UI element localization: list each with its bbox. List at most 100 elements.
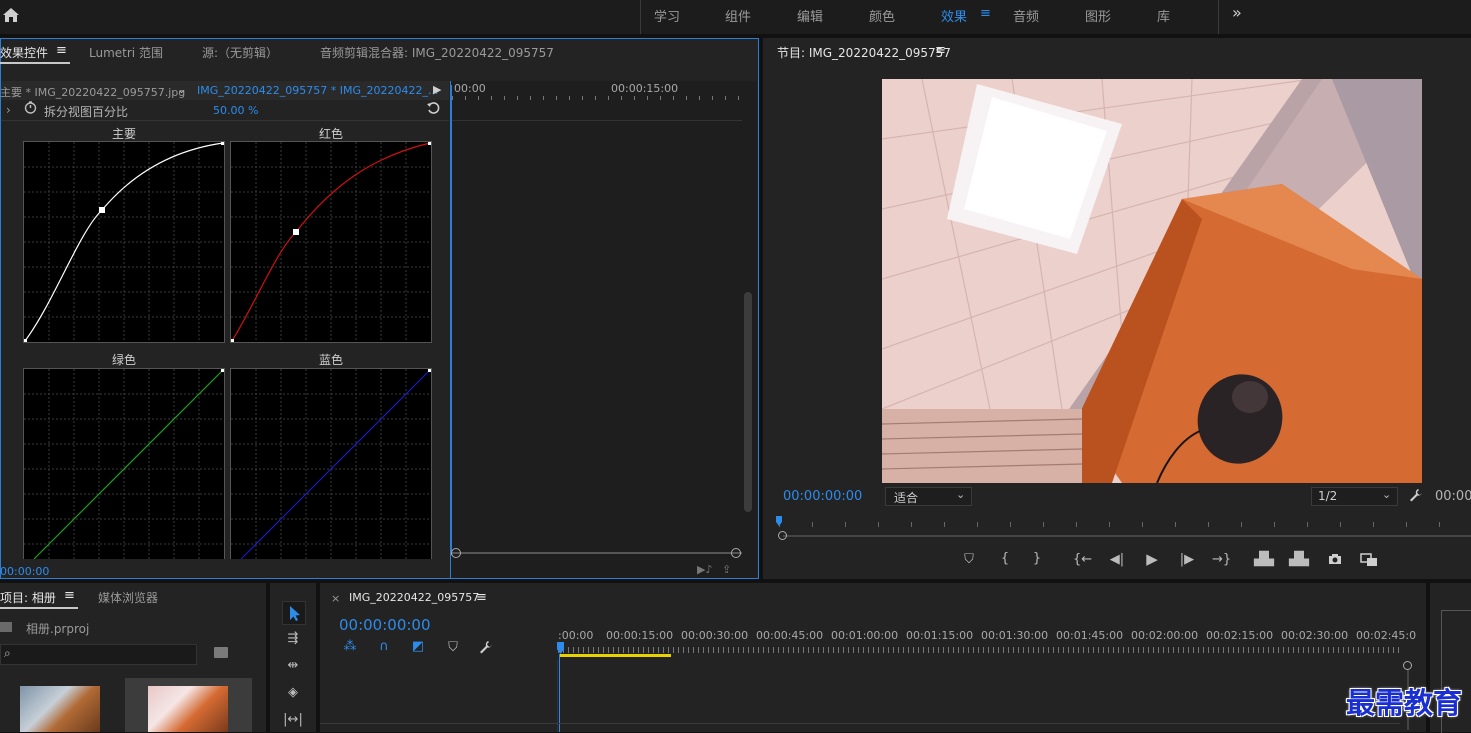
audio-only-icon[interactable]: ▶♪ (697, 563, 712, 576)
project-search-input[interactable]: ⌕ (0, 644, 197, 665)
mark-out-icon[interactable]: } (1030, 552, 1044, 566)
timeline-ruler-label: 00:02:30:00 (1281, 629, 1349, 642)
program-monitor-title[interactable]: 节目: IMG_20220422_095757 (777, 44, 951, 61)
master-clip-label[interactable]: 主要 * IMG_20220422_095757.jpg (0, 84, 185, 100)
project-thumbnail-original[interactable] (20, 686, 100, 732)
workspace-learn[interactable]: 学习 (654, 6, 680, 25)
search-icon: ⌕ (4, 646, 11, 660)
go-to-in-icon[interactable]: {← (1073, 553, 1092, 567)
extract-icon[interactable]: ▟▙ (1289, 553, 1309, 567)
wrench-icon[interactable] (1409, 488, 1423, 502)
workspace-menu-icon[interactable]: ≡ (980, 6, 991, 21)
ripple-edit-tool-icon[interactable]: ⇹ (283, 659, 303, 673)
chevron-down-icon[interactable]: ⌄ (177, 83, 186, 96)
home-icon[interactable] (2, 6, 20, 24)
workspace-libraries[interactable]: 库 (1157, 6, 1170, 25)
effect-ruler-divider (452, 120, 742, 121)
expand-chevron-icon[interactable]: › (6, 103, 11, 117)
master-curve-graph[interactable] (23, 141, 225, 343)
program-menu-icon[interactable]: ≡ (935, 43, 946, 58)
effect-vertical-scrollbar[interactable] (744, 292, 752, 512)
step-forward-icon[interactable]: |▶ (1179, 553, 1195, 567)
timeline-menu-icon[interactable]: ≡ (476, 590, 487, 605)
play-icon[interactable]: ▶ (1144, 552, 1160, 567)
export-icon[interactable]: ⇪ (722, 563, 731, 576)
play-only-icon[interactable]: ▶ (433, 83, 441, 96)
tab-effect-controls[interactable]: 效果控件 (0, 44, 48, 61)
active-tab-underline (0, 62, 70, 64)
workspace-graphics[interactable]: 图形 (1085, 6, 1111, 25)
resolution-dropdown[interactable]: 1/2 ⌄ (1311, 487, 1398, 506)
tab-audio-clip-mixer[interactable]: 音频剪辑混合器: IMG_20220422_095757 (320, 44, 554, 61)
program-zoom-handle[interactable] (778, 531, 787, 540)
more-workspaces-icon[interactable]: » (1232, 3, 1242, 22)
reset-icon[interactable] (426, 101, 440, 115)
project-thumbnail-graded[interactable] (148, 686, 228, 732)
effect-ruler-mid: 00:00:15:00 (611, 82, 679, 95)
tab-source[interactable]: 源:（无剪辑） (202, 44, 278, 61)
tab-media-browser[interactable]: 媒体浏览器 (98, 589, 158, 606)
timeline-ruler-ticks (558, 647, 1401, 653)
fit-dropdown[interactable]: 适合 ⌄ (885, 487, 972, 506)
program-scrub-ruler[interactable] (779, 522, 1471, 527)
timeline-sequence-tab[interactable]: IMG_20220422_095757 (349, 591, 479, 604)
track-select-tool-icon[interactable]: ⇶ (283, 632, 303, 646)
new-bin-icon[interactable] (214, 647, 228, 658)
chevron-down-icon: ⌄ (956, 488, 966, 501)
curve-title-blue: 蓝色 (318, 353, 343, 367)
effect-timecode[interactable]: 00:00:00 (0, 565, 49, 578)
timeline-track-divider (557, 660, 558, 732)
program-video-frame (882, 79, 1422, 483)
timeline-ruler-label: 00:02:15:00 (1206, 629, 1274, 642)
work-area-bar[interactable] (559, 654, 671, 657)
workspace-audio[interactable]: 音频 (1013, 6, 1039, 25)
sequence-clip-label[interactable]: IMG_20220422_095757 * IMG_20220422_... (197, 84, 438, 97)
project-menu-icon[interactable]: ≡ (64, 588, 75, 603)
divider (1218, 0, 1219, 34)
curve-title-green: 绿色 (111, 353, 136, 367)
timeline-settings-icon[interactable] (479, 640, 493, 654)
stopwatch-icon[interactable] (24, 101, 37, 114)
mark-in-icon[interactable]: { (998, 552, 1012, 566)
camera-icon[interactable] (1327, 553, 1343, 569)
green-curve-graph[interactable] (23, 368, 225, 560)
workspace-bar: 学习 组件 编辑 颜色 效果 ≡ 音频 图形 库 » (0, 0, 1471, 34)
razor-tool-icon[interactable]: ◈ (283, 686, 303, 700)
workspace-color[interactable]: 颜色 (869, 6, 895, 25)
zoom-handle-left[interactable] (451, 548, 461, 558)
resolution-dropdown-value: 1/2 (1318, 489, 1338, 503)
go-to-out-icon[interactable]: →} (1212, 553, 1231, 567)
timeline-playhead-line (559, 654, 560, 732)
snap-icon[interactable]: ∩ (376, 640, 392, 654)
zoom-handle-right[interactable] (731, 548, 741, 558)
program-zoom-bar[interactable] (783, 535, 1471, 537)
timeline-scroll-handle[interactable] (1403, 661, 1412, 670)
timeline-ruler-label: 00:01:45:00 (1056, 629, 1124, 642)
step-back-icon[interactable]: ◀| (1109, 553, 1125, 567)
timeline-marker-icon[interactable]: ⛉ (446, 641, 460, 655)
workspace-assembly[interactable]: 组件 (725, 6, 751, 25)
blue-curve-graph[interactable] (230, 368, 432, 560)
program-timecode[interactable]: 00:00:00:00 (783, 489, 862, 504)
workspace-editing[interactable]: 编辑 (797, 6, 823, 25)
timeline-ruler-label: 00:00:30:00 (681, 629, 749, 642)
add-marker-icon[interactable]: ⛉ (962, 553, 976, 567)
tab-project[interactable]: 项目: 相册 (0, 589, 56, 606)
slip-tool-icon[interactable]: |↔| (283, 713, 303, 727)
divider (640, 0, 641, 34)
workspace-effects[interactable]: 效果 (941, 6, 967, 25)
chevron-down-icon: ⌄ (1382, 488, 1392, 501)
split-view-value[interactable]: 50.00 % (213, 104, 258, 117)
timeline-timecode[interactable]: 00:00:00:00 (339, 616, 431, 634)
close-icon[interactable]: × (331, 592, 340, 605)
selection-tool-icon[interactable] (282, 601, 306, 625)
compare-view-icon[interactable] (1360, 553, 1378, 571)
panel-menu-icon[interactable]: ≡ (56, 43, 67, 58)
effect-playhead[interactable] (450, 85, 452, 555)
tab-lumetri-scopes[interactable]: Lumetri 范围 (89, 44, 163, 61)
effect-zoom-scrollbar[interactable] (452, 552, 742, 554)
red-curve-graph[interactable] (230, 141, 432, 343)
nest-icon[interactable]: ⁂ (342, 640, 358, 654)
lift-icon[interactable]: ▟▙ (1254, 553, 1274, 567)
linked-selection-icon[interactable]: ◩ (410, 640, 426, 654)
